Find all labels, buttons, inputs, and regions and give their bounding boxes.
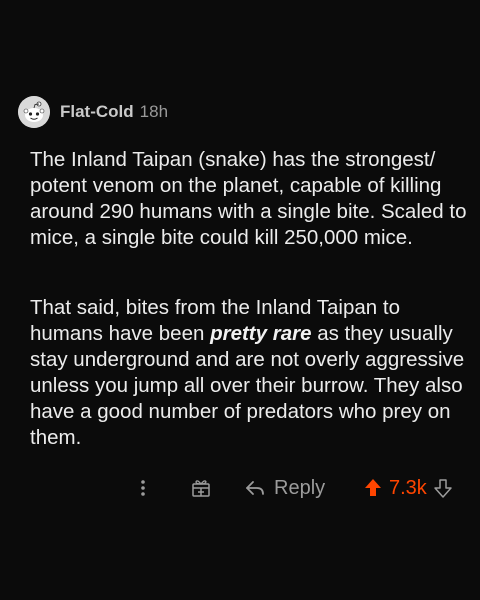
reply-button[interactable]: Reply — [244, 470, 325, 506]
more-vertical-icon — [141, 480, 145, 496]
comment-author[interactable]: Flat-Cold — [60, 102, 134, 122]
comment-action-bar: Reply 7.3k — [0, 470, 480, 506]
comment-header: Flat-Cold 18h — [18, 94, 168, 130]
give-award-button[interactable] — [190, 470, 212, 506]
comment-timestamp: 18h — [139, 102, 169, 121]
comment-paragraph-1: The Inland Taipan (snake) has the strong… — [30, 148, 467, 249]
snoo-avatar-icon — [18, 96, 50, 128]
more-options-button[interactable] — [137, 470, 149, 506]
vote-count: 7.3k — [389, 476, 427, 499]
upvote-arrow-icon[interactable] — [363, 477, 383, 499]
emphasized-text: pretty rare — [210, 322, 312, 345]
vote-controls: 7.3k — [363, 470, 453, 506]
award-gift-icon — [192, 480, 210, 497]
comment-paragraph-2: That said, bites from the Inland Taipan … — [30, 295, 470, 451]
reply-label: Reply — [274, 476, 326, 499]
reply-arrow-icon — [246, 481, 264, 495]
comment-card: Flat-Cold 18h The Inland Taipan (snake) … — [0, 0, 480, 600]
avatar[interactable] — [18, 96, 50, 128]
downvote-arrow-icon[interactable] — [433, 477, 453, 499]
